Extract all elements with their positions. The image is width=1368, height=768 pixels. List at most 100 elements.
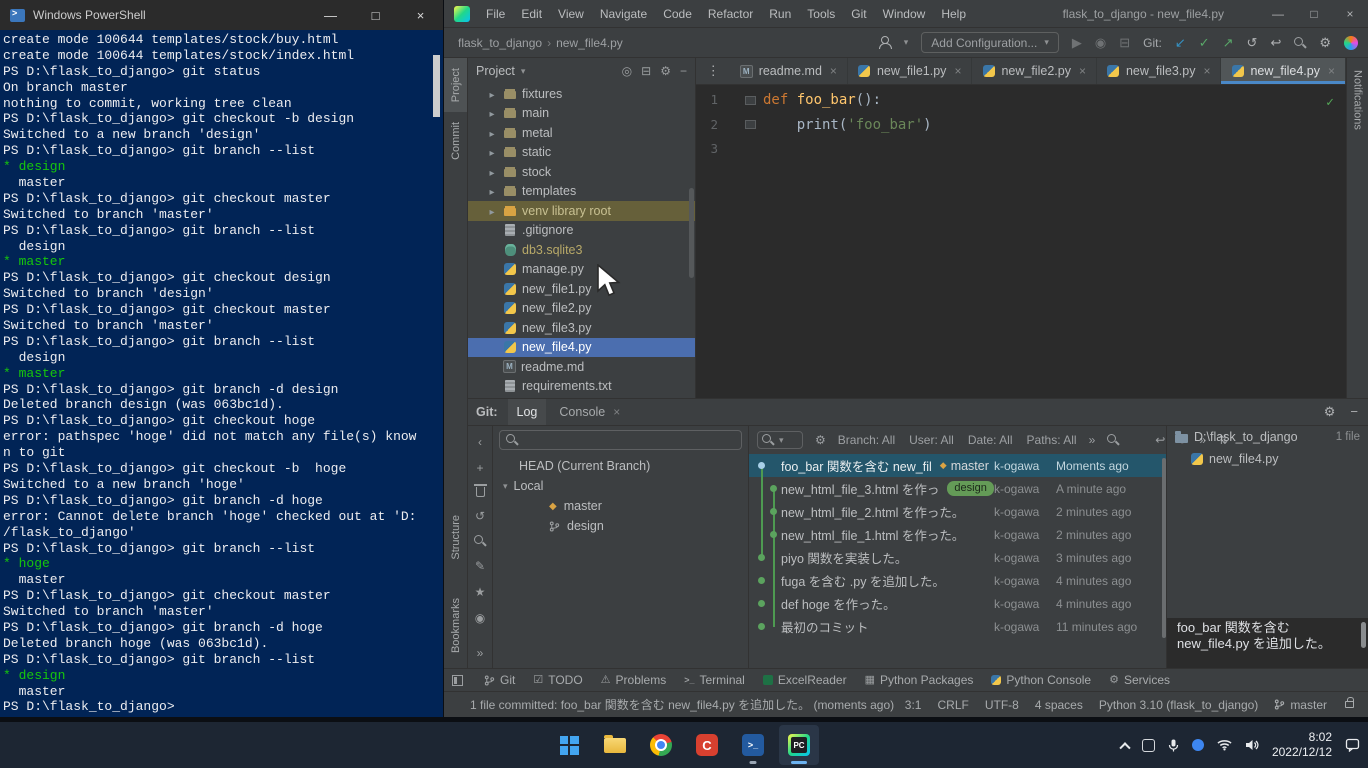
file-encoding[interactable]: UTF-8 <box>985 698 1019 712</box>
line-separator[interactable]: CRLF <box>937 698 968 712</box>
tool-window-button[interactable]: Python Console <box>982 671 1100 689</box>
pycharm-taskbar-icon[interactable] <box>779 725 819 765</box>
search-icon[interactable] <box>1107 434 1119 446</box>
log-filter[interactable]: Date: All <box>968 433 1013 447</box>
inspection-ok-icon[interactable]: ✓ <box>1326 91 1334 116</box>
close-tab-icon[interactable]: × <box>830 64 837 78</box>
notifications-icon[interactable] <box>1345 738 1360 752</box>
close-icon[interactable]: × <box>398 0 443 30</box>
indent-setting[interactable]: 4 spaces <box>1035 698 1083 712</box>
changed-root-row[interactable]: D:\flask_to_django 1 file <box>1167 426 1368 448</box>
pycharm-titlebar[interactable]: FileEditViewNavigateCodeRefactorRunTools… <box>444 0 1368 28</box>
menu-item[interactable]: Help <box>933 0 974 28</box>
menu-item[interactable]: Code <box>655 0 700 28</box>
log-filter[interactable]: User: All <box>909 433 954 447</box>
commit-row[interactable]: fuga を含む .py を追加した。 k-ogawa 4 minutes ag… <box>749 569 1166 592</box>
hide-panel-icon[interactable]: − <box>1350 404 1358 420</box>
log-search-input[interactable]: ▾ <box>757 431 803 449</box>
rollback-icon[interactable]: ↩ <box>1270 36 1281 49</box>
close-icon[interactable]: × <box>1332 0 1368 27</box>
breadcrumb-file[interactable]: new_file4.py <box>556 36 623 50</box>
menu-item[interactable]: Refactor <box>700 0 761 28</box>
settings-gear-icon[interactable]: ⚙ <box>1319 36 1331 49</box>
powershell-taskbar-icon[interactable] <box>733 725 773 765</box>
minimize-icon[interactable]: — <box>1260 0 1296 27</box>
locate-icon[interactable]: ◎ <box>622 64 632 78</box>
code-editor[interactable]: 1 def foo_bar(): 2 print('foo_bar') 3 ✓ <box>696 85 1346 398</box>
menu-item[interactable]: View <box>550 0 592 28</box>
history-icon[interactable]: ↺ <box>1247 36 1258 49</box>
maximize-icon[interactable]: □ <box>1296 0 1332 27</box>
undo-icon[interactable]: ↩ <box>1155 433 1165 447</box>
commit-ref-label[interactable]: design <box>947 481 993 496</box>
volume-icon[interactable] <box>1245 739 1259 751</box>
trash-icon[interactable] <box>476 487 485 497</box>
caret-position[interactable]: 3:1 <box>905 698 922 712</box>
current-branch-widget[interactable]: master <box>1274 698 1327 712</box>
git-tab-console[interactable]: Console × <box>550 399 629 425</box>
start-button[interactable] <box>549 725 589 765</box>
changed-file-row[interactable]: new_file4.py <box>1167 448 1368 470</box>
scrollbar-thumb[interactable] <box>1361 622 1366 648</box>
close-tab-icon[interactable]: × <box>954 64 961 78</box>
hide-panel-icon[interactable]: − <box>680 64 687 78</box>
log-filter[interactable]: Paths: All <box>1027 433 1077 447</box>
wifi-icon[interactable] <box>1217 739 1232 751</box>
head-branch-row[interactable]: HEAD (Current Branch) <box>493 456 748 476</box>
project-tree-item[interactable]: fixtures <box>468 84 695 104</box>
chevron-right-icon[interactable] <box>486 87 498 101</box>
status-message[interactable]: 1 file committed: foo_bar 関数を含む new_file… <box>470 696 894 713</box>
bluetooth-device-icon[interactable] <box>1192 739 1204 751</box>
project-tree-item[interactable]: main <box>468 104 695 124</box>
file-explorer-icon[interactable] <box>595 725 635 765</box>
scrollbar-thumb[interactable] <box>433 55 440 117</box>
breadcrumb-project[interactable]: flask_to_django <box>458 36 542 50</box>
run-icon[interactable]: ▶ <box>1072 36 1082 49</box>
commit-row[interactable]: piyo 関数を実装した。 k-ogawa 3 minutes ago <box>749 546 1166 569</box>
eye-icon[interactable]: ◉ <box>475 611 485 625</box>
gear-icon[interactable]: ⚙ <box>815 433 826 447</box>
tool-button-bookmarks[interactable]: Bookmarks <box>450 588 462 663</box>
menu-item[interactable]: Git <box>843 0 874 28</box>
menu-item[interactable]: Run <box>761 0 799 28</box>
minimize-icon[interactable]: — <box>308 0 353 30</box>
microphone-icon[interactable] <box>1168 739 1179 752</box>
commit-row[interactable]: new_html_file_2.html を作った。 k-ogawa 2 min… <box>749 500 1166 523</box>
user-account-icon[interactable] <box>878 36 891 49</box>
log-filter[interactable]: Branch: All <box>838 433 895 447</box>
tool-window-button[interactable]: Git <box>475 671 524 689</box>
project-tree-item[interactable]: new_file4.py <box>468 338 695 358</box>
back-icon[interactable]: ‹ <box>478 435 482 449</box>
local-branches-group[interactable]: ▾ Local <box>493 476 748 496</box>
commit-row[interactable]: new_html_file_3.html を作っ design k-ogawa … <box>749 477 1166 500</box>
tool-button-commit[interactable]: Commit <box>444 112 467 170</box>
coverage-icon[interactable]: ⊟ <box>1119 36 1130 49</box>
tool-window-switcher-icon[interactable] <box>452 675 463 686</box>
editor-tab[interactable]: new_file2.py × <box>972 58 1097 84</box>
project-tree-item[interactable]: readme.md <box>468 357 695 377</box>
project-tree-item[interactable]: templates <box>468 182 695 202</box>
tool-window-button[interactable]: ExcelReader <box>754 671 856 689</box>
project-tree-item[interactable]: new_file3.py <box>468 318 695 338</box>
tool-window-button[interactable]: Python Packages <box>856 671 983 689</box>
commit-row[interactable]: 最初のコミット k-ogawa 11 minutes ago <box>749 615 1166 638</box>
more-icon[interactable]: » <box>1089 433 1096 447</box>
search-icon[interactable] <box>474 535 486 547</box>
red-app-icon[interactable] <box>687 725 727 765</box>
gear-icon[interactable]: ⚙ <box>1324 404 1336 420</box>
editor-tab[interactable]: readme.md × <box>730 58 848 84</box>
tool-window-button[interactable]: TODO <box>524 671 591 689</box>
intellisort-icon[interactable] <box>1140 437 1146 443</box>
chevron-right-icon[interactable] <box>486 126 498 140</box>
project-tree-item[interactable]: metal <box>468 123 695 143</box>
chevron-right-icon[interactable] <box>486 204 498 218</box>
close-tab-icon[interactable]: × <box>1203 64 1210 78</box>
project-tree-item[interactable]: manage.py <box>468 260 695 280</box>
chevron-right-icon[interactable] <box>486 145 498 159</box>
chevron-right-icon[interactable] <box>486 184 498 198</box>
tool-window-button[interactable]: Services <box>1100 671 1179 689</box>
star-icon[interactable]: ★ <box>475 585 486 599</box>
editor-tab[interactable]: new_file3.py × <box>1097 58 1222 84</box>
project-panel-header[interactable]: Project ▾ ◎ ⊟ ⚙ − <box>468 58 695 84</box>
project-tree-item[interactable]: .gitignore <box>468 221 695 241</box>
